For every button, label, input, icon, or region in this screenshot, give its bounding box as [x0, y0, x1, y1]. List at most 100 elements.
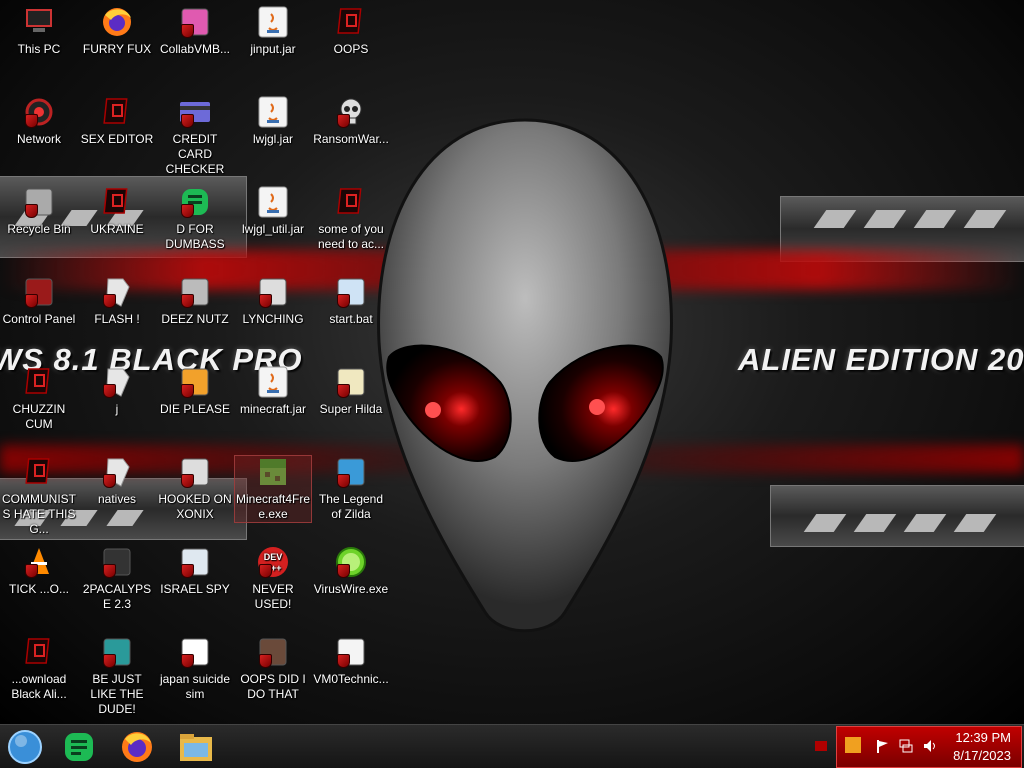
red-shield-overlay-icon: [337, 474, 350, 488]
desktop-icon[interactable]: BE JUST LIKE THE DUDE!: [79, 636, 155, 717]
clock-date[interactable]: 8/17/2023: [953, 748, 1011, 763]
desktop-icon[interactable]: D FOR DUMBASS: [157, 186, 233, 252]
desktop-icon-label: ...ownload Black Ali...: [11, 672, 67, 701]
desktop-icon-label: Super Hilda: [319, 402, 383, 416]
desktop-icon-label: CHUZZIN CUM: [12, 402, 66, 431]
system-tray: 12:39 PM 8/17/2023: [836, 726, 1022, 768]
desktop-icon[interactable]: CHUZZIN CUM: [1, 366, 77, 432]
file-explorer-icon[interactable]: [176, 729, 216, 765]
desktop-icon[interactable]: lwjgl.jar: [235, 96, 311, 147]
desktop-icon[interactable]: Super Hilda: [313, 366, 389, 417]
desktop-icon-label: BE JUST LIKE THE DUDE!: [90, 672, 144, 716]
blank-document-icon: [101, 366, 133, 398]
desktop-icon[interactable]: DEEZ NUTZ: [157, 276, 233, 327]
desktop-icon[interactable]: CollabVMB...: [157, 6, 233, 57]
desktop-icon[interactable]: j: [79, 366, 155, 417]
desktop-icon[interactable]: CREDIT CARD CHECKER: [157, 96, 233, 177]
desktop-icon-label: DEEZ NUTZ: [161, 312, 229, 326]
red-shield-overlay-icon: [181, 384, 194, 398]
desktop-icon[interactable]: ISRAEL SPY: [157, 546, 233, 597]
network-icon: [23, 96, 55, 128]
desktop-icon[interactable]: Network: [1, 96, 77, 147]
desktop-icon[interactable]: 2PACALYPSE 2.3: [79, 546, 155, 612]
desktop-icon[interactable]: FLASH !: [79, 276, 155, 327]
lime-icon: [335, 546, 367, 578]
firefox-icon[interactable]: [117, 729, 157, 765]
desktop-icon[interactable]: some of you need to ac...: [313, 186, 389, 252]
vlc-cone-icon: [23, 546, 55, 578]
red-shield-overlay-icon: [181, 654, 194, 668]
desktop-icon-label: Recycle Bin: [7, 222, 71, 236]
desktop-icon[interactable]: This PC: [1, 6, 77, 57]
desktop-icon[interactable]: Recycle Bin: [1, 186, 77, 237]
desktop-icon[interactable]: DEV C++ NEVER USED!: [235, 546, 311, 612]
desktop-icon[interactable]: OOPS DID I DO THAT: [235, 636, 311, 702]
volume-icon[interactable]: [923, 739, 937, 753]
bridge-app-icon: [179, 366, 211, 398]
desktop-icon-label: LYNCHING: [242, 312, 304, 326]
red-shield-overlay-icon: [25, 204, 38, 218]
red-shield-overlay-icon: [25, 114, 38, 128]
desktop-icon[interactable]: LYNCHING: [235, 276, 311, 327]
java-jar-icon: [257, 366, 289, 398]
desktop-icon[interactable]: Minecraft4Free.exe: [234, 455, 312, 523]
desktop-icon[interactable]: OOPS: [313, 6, 389, 57]
desktop-icon[interactable]: COMMUNISTS HATE THIS G...: [1, 456, 77, 537]
red-shield-overlay-icon: [337, 564, 350, 578]
desktop-icon[interactable]: natives: [79, 456, 155, 507]
desktop-icon[interactable]: FURRY FUX: [79, 6, 155, 57]
desktop-icon-label: RansomWar...: [313, 132, 389, 146]
desktop-icon-label: lwjgl.jar: [252, 132, 293, 146]
desktop-icon[interactable]: SEX EDITOR: [79, 96, 155, 147]
desktop-icon[interactable]: DIE PLEASE: [157, 366, 233, 417]
desktop-icon[interactable]: Control Panel: [1, 276, 77, 327]
show-hidden-icons-arrow-icon[interactable]: [815, 741, 827, 751]
clock-time[interactable]: 12:39 PM: [955, 730, 1011, 745]
desktop-icon[interactable]: minecraft.jar: [235, 366, 311, 417]
red-shield-overlay-icon: [103, 564, 116, 578]
alien-head-graphic: [377, 118, 673, 633]
green-app-icon: [179, 186, 211, 218]
desktop-icon-label: COMMUNISTS HATE THIS G...: [2, 492, 76, 536]
desktop-icon[interactable]: japan suicide sim: [157, 636, 233, 702]
start-orb-icon[interactable]: [5, 729, 45, 765]
desktop-icon[interactable]: UKRAINE: [79, 186, 155, 237]
wallpaper-text-right: ALIEN EDITION 201: [738, 342, 1024, 377]
red-shield-app-icon: [23, 636, 55, 668]
desktop-icon[interactable]: HOOKED ON XONIX: [157, 456, 233, 522]
notes-app-icon[interactable]: [59, 729, 99, 765]
desktop-icon-label: The Legend of Zilda: [318, 492, 384, 521]
desktop-icon-label: TICK ...O...: [8, 582, 69, 596]
desktop-icon-label: UKRAINE: [90, 222, 144, 236]
red-shield-app-icon: [335, 6, 367, 38]
desktop-icon[interactable]: lwjgl_util.jar: [235, 186, 311, 237]
svg-text:DEV: DEV: [264, 552, 283, 562]
red-shield-app-icon: [101, 96, 133, 128]
desktop-icon[interactable]: ...ownload Black Ali...: [1, 636, 77, 702]
desktop-icon[interactable]: jinput.jar: [235, 6, 311, 57]
desktop-icon-label: VirusWire.exe: [313, 582, 389, 596]
red-shield-overlay-icon: [103, 384, 116, 398]
desktop-icon[interactable]: RansomWar...: [313, 96, 389, 147]
console-app-icon: [101, 546, 133, 578]
desktop-icon[interactable]: start.bat: [313, 276, 389, 327]
santa-app-icon: [101, 636, 133, 668]
desktop-icon-label: j: [115, 402, 119, 416]
desktop-icon[interactable]: TICK ...O...: [1, 546, 77, 597]
desktop-icon-label: FURRY FUX: [82, 42, 152, 56]
red-shield-overlay-icon: [25, 564, 38, 578]
red-shield-overlay-icon: [103, 654, 116, 668]
desktop-icon[interactable]: VirusWire.exe: [313, 546, 389, 597]
recycle-bin-icon: [23, 186, 55, 218]
action-center-flag-icon[interactable]: [875, 739, 889, 753]
collabvm-icon: [179, 6, 211, 38]
network-tray-icon[interactable]: [899, 739, 913, 753]
red-shield-overlay-icon: [181, 204, 194, 218]
desktop-icon-label: HOOKED ON XONIX: [158, 492, 232, 521]
red-shield-app-icon: [23, 366, 55, 398]
desktop-icon[interactable]: VM0Technic...: [313, 636, 389, 687]
desktop-icon[interactable]: The Legend of Zilda: [313, 456, 389, 522]
tray-app-icon[interactable]: [845, 737, 861, 753]
red-shield-overlay-icon: [259, 564, 272, 578]
red-shield-overlay-icon: [25, 294, 38, 308]
